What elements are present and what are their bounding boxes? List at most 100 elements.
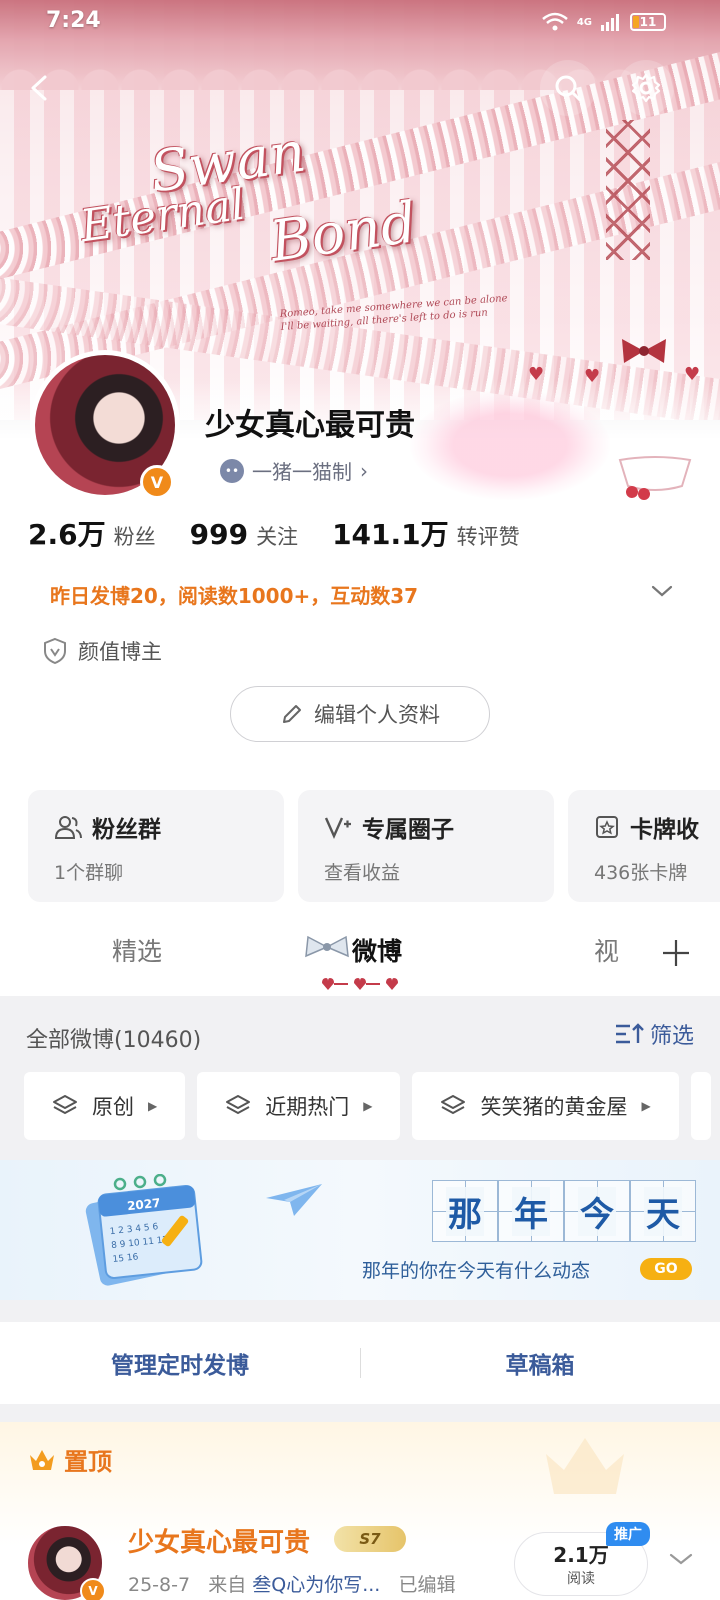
- post-meta: 25-8-7 来自 叁Q心为你写... 已编辑: [128, 1570, 455, 1597]
- search-button[interactable]: [540, 60, 596, 116]
- read-label: 阅读: [567, 1571, 595, 1587]
- battery-level: 11: [639, 15, 657, 29]
- card-title: 专属圈子: [362, 817, 454, 843]
- chip-label: 笑笑猪的黄金屋: [480, 1095, 628, 1119]
- add-tab-button[interactable]: [632, 910, 720, 996]
- weibo-count: 全部微博(10460): [26, 1028, 202, 1053]
- tab-weibo[interactable]: 微博: [352, 932, 402, 968]
- stat-label: 粉丝: [113, 525, 156, 549]
- title-char-text: 年: [512, 1186, 550, 1236]
- card-title-row: 卡牌收: [594, 810, 720, 844]
- chip-original[interactable]: 原创 ▶: [24, 1072, 186, 1140]
- edit-profile-label: 编辑个人资料: [314, 703, 440, 727]
- stat-number: 999: [189, 518, 249, 551]
- back-button[interactable]: [12, 60, 68, 116]
- go-button[interactable]: GO: [640, 1258, 692, 1280]
- pinned-label: 置顶: [64, 1448, 112, 1476]
- tab-video[interactable]: 视: [594, 932, 619, 968]
- chevron-down-icon[interactable]: [668, 1550, 694, 1568]
- tab-featured[interactable]: 精选: [112, 932, 162, 968]
- post-edited: 已编辑: [398, 1574, 456, 1596]
- stat-number: 141.1万: [332, 518, 449, 551]
- chip-more[interactable]: [690, 1072, 711, 1140]
- card-subtitle: 查看收益: [324, 862, 401, 884]
- stat-followers[interactable]: 2.6万 粉丝: [28, 513, 156, 553]
- on-this-day-title: 那 年 今 天: [432, 1180, 696, 1242]
- status-icons: 4G 11: [541, 12, 666, 32]
- settings-button[interactable]: [618, 60, 674, 116]
- on-this-day-banner[interactable]: 2027 1 2 3 4 5 6 8 9 10 11 12 15 16 那 年 …: [0, 1160, 720, 1300]
- card-star-icon: [596, 816, 618, 838]
- plus-icon: [663, 940, 689, 966]
- filter-icon: [615, 1023, 644, 1044]
- stat-label: 转评赞: [456, 525, 520, 549]
- back-arrow-icon: [31, 75, 47, 101]
- banner-script-word: Eternal: [77, 178, 249, 253]
- card-fan-group[interactable]: 粉丝群 1个群聊: [28, 790, 284, 902]
- layers-icon: [53, 1095, 77, 1115]
- post-author-name[interactable]: 少女真心最可贵: [128, 1522, 310, 1559]
- magic-circle-decoration: [410, 390, 610, 500]
- filter-button[interactable]: 筛选: [614, 1018, 694, 1050]
- edit-profile-button[interactable]: 编辑个人资料: [230, 686, 490, 742]
- creator-name: 一猪一猫制: [252, 460, 352, 484]
- profile-section: V 少女真心最可贵 •• 一猪一猫制 › 2.6万 粉丝 999 关注 141.…: [0, 350, 720, 790]
- status-time: 7:24: [46, 8, 101, 33]
- chip-label: 近期热门: [265, 1095, 350, 1119]
- feed-chips: 原创 ▶ 近期热门 ▶ 笑笑猪的黄金屋 ▶: [24, 1072, 711, 1140]
- network-type: 4G: [576, 16, 592, 28]
- layers-icon: [226, 1095, 251, 1115]
- banner-script-word: Bond: [266, 190, 421, 275]
- active-tab-hearts-icon: [322, 978, 398, 990]
- profile-tabs: 精选 微博 视: [0, 910, 720, 996]
- stat-following[interactable]: 999 关注: [190, 518, 298, 551]
- signal-icon: [601, 14, 619, 31]
- gear-icon: [631, 73, 661, 103]
- level-badge: S7: [334, 1526, 406, 1552]
- feed-header: 全部微博(10460) 筛选 原创 ▶ 近期热门 ▶ 笑笑猪的黄金屋 ▶: [0, 996, 720, 1156]
- ribbon-bow-icon: [622, 339, 666, 363]
- paper-plane-icon: [266, 1184, 322, 1216]
- promote-badge[interactable]: 推广: [606, 1522, 650, 1546]
- post-date: 25-8-7: [128, 1574, 191, 1596]
- card-exclusive-circle[interactable]: 专属圈子 查看收益: [298, 790, 554, 902]
- chevron-down-icon[interactable]: [650, 582, 674, 600]
- card-collection[interactable]: 卡牌收 436张卡牌: [568, 790, 720, 902]
- battery-icon: 11: [630, 13, 666, 31]
- corset-lace-decoration: [606, 120, 650, 260]
- pinned-header: 置顶: [28, 1442, 112, 1477]
- post-from-label: 来自: [208, 1574, 247, 1596]
- profile-stats: 2.6万 粉丝 999 关注 141.1万 转评赞: [28, 513, 520, 553]
- drafts-button[interactable]: 草稿箱: [360, 1322, 720, 1404]
- caret-right-icon: ▶: [641, 1099, 651, 1113]
- caret-right-icon: ▶: [363, 1099, 373, 1113]
- pinned-post[interactable]: 置顶 V 少女真心最可贵 S7 25-8-7 来自 叁Q心为你写... 已编辑 …: [0, 1422, 720, 1600]
- verified-badge: V: [80, 1578, 106, 1600]
- title-char: 年: [498, 1180, 564, 1242]
- creator-link[interactable]: •• 一猪一猫制 ›: [220, 456, 368, 485]
- title-char-text: 今: [578, 1186, 616, 1236]
- pencil-icon: [283, 705, 301, 723]
- card-subtitle: 1个群聊: [54, 862, 124, 884]
- feature-cards: 粉丝群 1个群聊 专属圈子 查看收益 卡牌收 436张卡牌: [0, 760, 720, 910]
- scheduled-posts-button[interactable]: 管理定时发博: [0, 1322, 360, 1404]
- title-char: 天: [630, 1180, 696, 1242]
- filter-label: 筛选: [649, 1024, 694, 1049]
- chip-label: 原创: [92, 1095, 134, 1119]
- chip-recent-hot[interactable]: 近期热门 ▶: [197, 1072, 401, 1140]
- on-this-day-subtitle: 那年的你在今天有什么动态: [362, 1260, 591, 1282]
- title-char: 那: [432, 1180, 498, 1242]
- chat-bubble-icon: ••: [220, 458, 244, 483]
- post-source[interactable]: 叁Q心为你写...: [252, 1574, 380, 1596]
- chip-collection[interactable]: 笑笑猪的黄金屋 ▶: [412, 1072, 679, 1140]
- ribbon-icon: [305, 935, 349, 958]
- creator-tag-label: 颜值博主: [78, 640, 162, 664]
- caret-right-icon: ▶: [148, 1099, 158, 1113]
- crown-decoration-icon: [546, 1438, 624, 1494]
- status-bar: 7:24 4G 11: [0, 0, 720, 46]
- stat-number: 2.6万: [28, 518, 106, 551]
- creator-tag[interactable]: 颜值博主: [42, 636, 162, 666]
- stat-interactions[interactable]: 141.1万 转评赞: [332, 513, 520, 553]
- calendar-icon: 2027 1 2 3 4 5 6 8 9 10 11 12 15 16: [85, 1174, 203, 1286]
- daily-summary[interactable]: 昨日发博20，阅读数1000+，互动数37: [50, 580, 418, 609]
